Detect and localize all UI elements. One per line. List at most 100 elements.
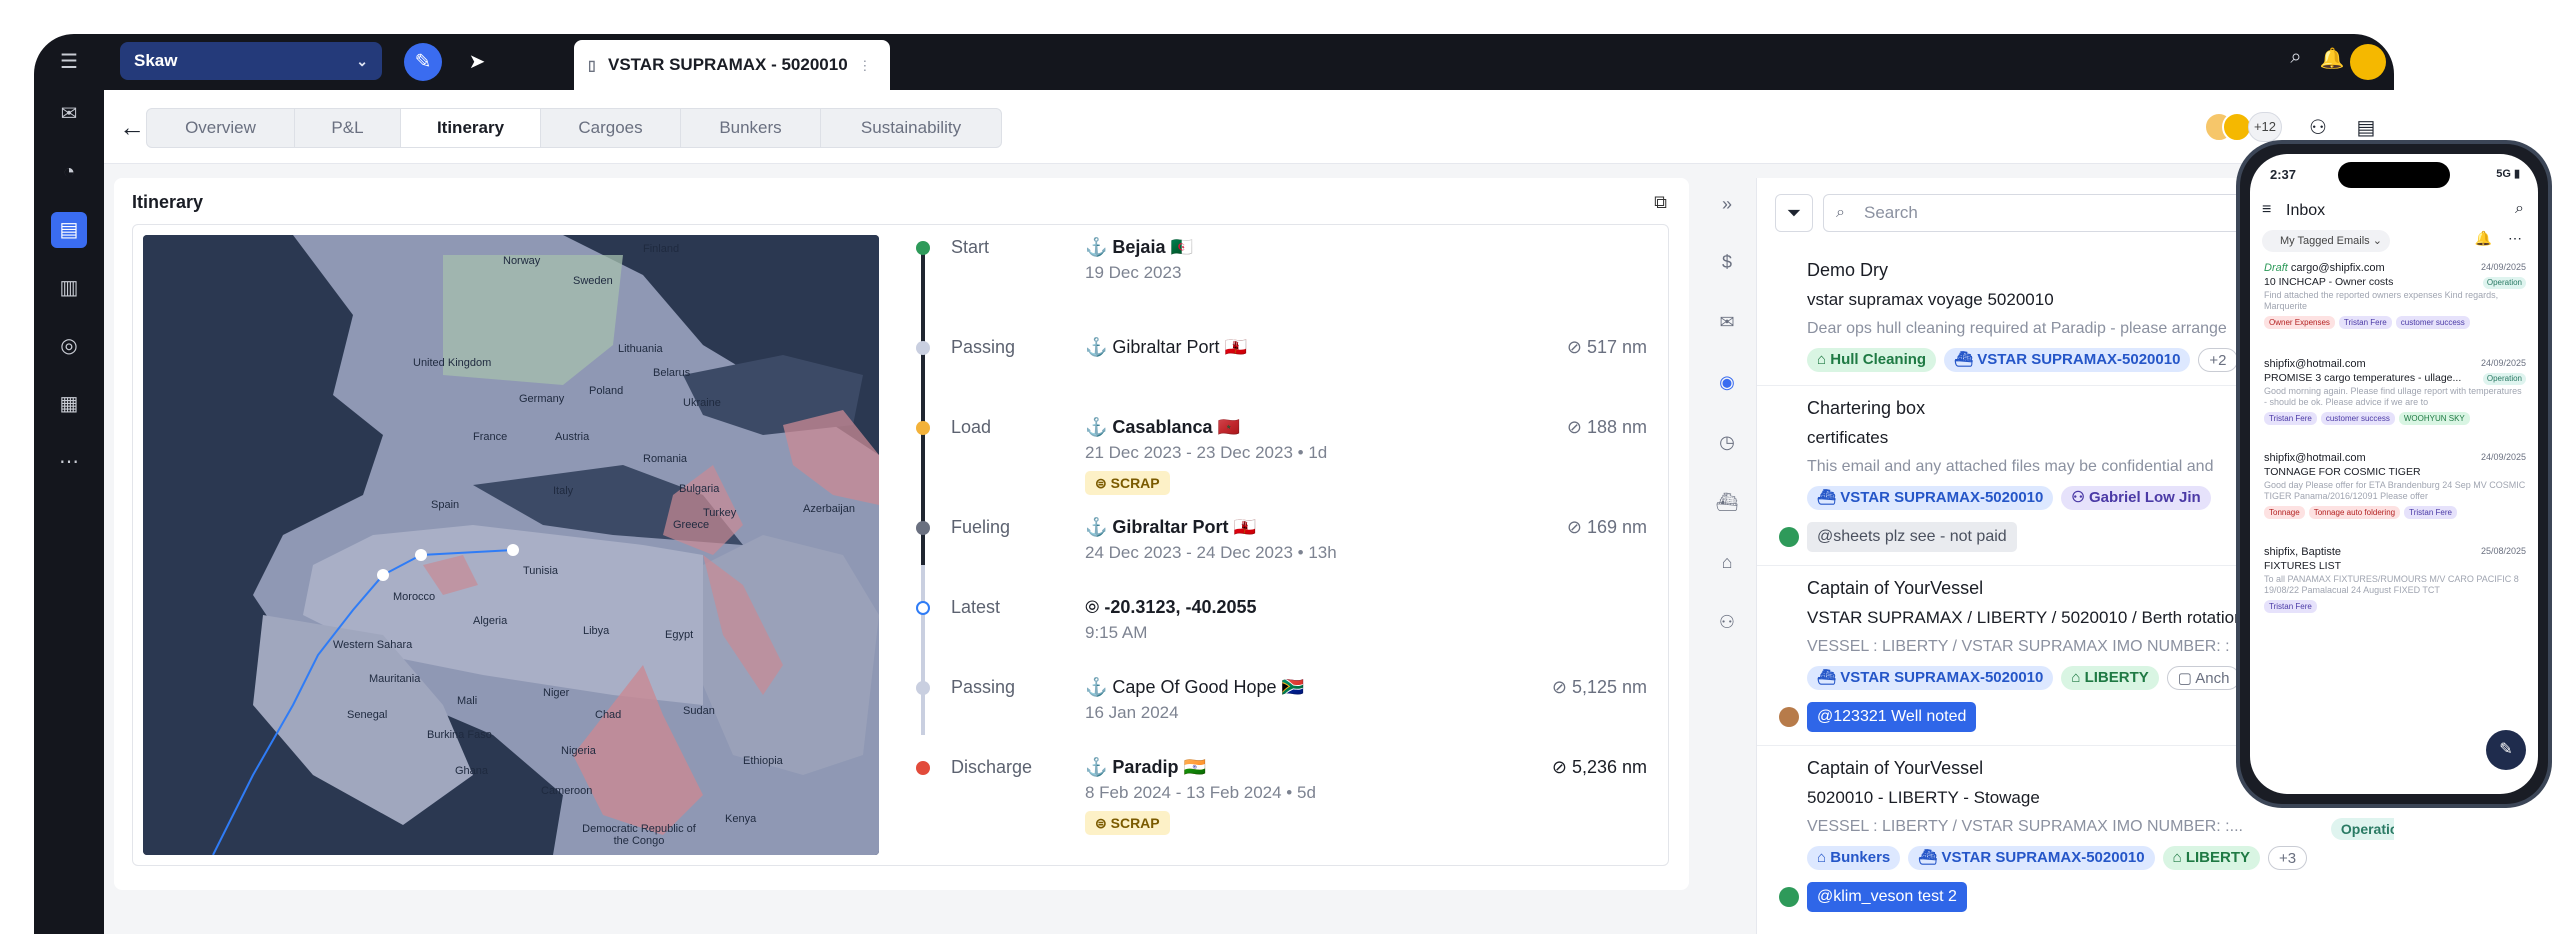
stop-place[interactable]: ⚓ Paradip 🇮🇳 (1085, 757, 1206, 778)
voyages-icon[interactable]: ▤ (51, 212, 87, 248)
phone-message[interactable]: shipfix@hotmail.com 24/09/2025 PROMISE 3… (2264, 358, 2526, 448)
stop-place[interactable]: ⦾ -20.3123, -40.2055 (1085, 597, 1257, 618)
itinerary-timeline: Start ⚓ Bejaia 🇩🇿 19 Dec 2023 Passing ⚓ … (909, 225, 1669, 865)
top-bar: Skaw ⌄ ✎ ➤ ▯ VSTAR SUPRAMAX - 5020010 ⋮ … (104, 34, 2394, 90)
bell-icon[interactable]: 🔔 (2316, 46, 2348, 71)
tag-chip[interactable]: Owner Expenses (2264, 316, 2335, 329)
tab-bunkers[interactable]: Bunkers (681, 109, 821, 147)
email-tags: ⌂ Bunkers ⛴ VSTAR SUPRAMAX-5020010 ⌂ LIB… (1807, 846, 2308, 870)
tag-chip[interactable]: Tristan Fere (2264, 412, 2317, 425)
timeline-line-future (921, 565, 925, 735)
tab-pnl[interactable]: P&L (295, 109, 401, 147)
tag-count[interactable]: +2 (2198, 348, 2238, 372)
tag-chip[interactable]: ⛴ VSTAR SUPRAMAX-5020010 (1944, 348, 2191, 372)
message-tags: Owner Expenses Tristan Fere customer suc… (2264, 316, 2470, 329)
tag-chip[interactable]: ⌂ Bunkers (1807, 846, 1901, 870)
user-avatar[interactable] (2350, 44, 2386, 80)
tag-chip[interactable]: ⛴ VSTAR SUPRAMAX-5020010 (1908, 846, 2155, 870)
stop-place[interactable]: ⚓ Gibraltar Port 🇬🇮 (1085, 517, 1256, 538)
mail-icon[interactable]: ✉ (51, 96, 87, 132)
tab-itinerary[interactable]: Itinerary (401, 109, 541, 147)
tag-chip[interactable]: ⛴ VSTAR SUPRAMAX-5020010 (1807, 486, 2054, 510)
route-map[interactable]: Finland Norway Sweden United Kingdom Lit… (143, 235, 879, 855)
map-label: Chad (595, 709, 622, 721)
dollar-icon[interactable]: $ (1707, 242, 1747, 282)
send-icon[interactable]: ➤ (458, 43, 496, 81)
participants-more[interactable]: +12 (2248, 112, 2282, 142)
compose-icon[interactable]: ✎ (404, 43, 442, 81)
tab-sustainability[interactable]: Sustainability (821, 109, 1001, 147)
tab-voyage[interactable]: ▯ VSTAR SUPRAMAX - 5020010 ⋮ (574, 40, 890, 90)
search-icon[interactable]: ⌕ (2280, 46, 2312, 69)
tag-chip[interactable]: Tonnage auto foldering (2308, 506, 2401, 519)
tag-chip[interactable]: ⛴ VSTAR SUPRAMAX-5020010 (1807, 666, 2054, 690)
chat-icon[interactable]: ◎ (51, 328, 87, 364)
inbox-filter[interactable]: My Tagged Emails ⌄ (2262, 230, 2390, 252)
stop-place[interactable]: ⚓ Bejaia 🇩🇿 (1085, 237, 1193, 258)
stop-place[interactable]: ⚓ Cape Of Good Hope 🇿🇦 (1085, 677, 1304, 698)
status-badge: Operation (2482, 373, 2526, 385)
phone-message[interactable]: shipfix@hotmail.com 24/09/2025 TONNAGE F… (2264, 452, 2526, 542)
tag-chip[interactable]: ⚇ Gabriel Low Jin (2061, 486, 2211, 510)
tag-chip[interactable]: WOOHYUN SKY (2398, 412, 2470, 425)
stop-place[interactable]: ⚓ Gibraltar Port 🇬🇮 (1085, 337, 1247, 358)
phone-message[interactable]: Draft cargo@shipfix.com 24/09/2025 10 IN… (2264, 262, 2526, 352)
tag-label: VSTAR SUPRAMAX-5020010 (1941, 849, 2145, 866)
copy-icon[interactable]: ⧉ (1654, 192, 1667, 213)
mail-icon[interactable]: ✉ (1707, 302, 1747, 342)
tag-chip[interactable]: Tonnage (2264, 506, 2305, 519)
compose-button[interactable]: ✎ (2486, 730, 2526, 770)
menu-icon[interactable]: ☰ (51, 44, 87, 80)
stop-distance: ⊘ 5,236 nm (1551, 757, 1647, 777)
calendar-icon[interactable]: ▦ (51, 386, 87, 422)
tag-chip[interactable]: customer success (2320, 412, 2395, 425)
tag-chip[interactable]: Tristan Fere (2404, 506, 2457, 519)
workspace-selector[interactable]: Skaw ⌄ (120, 42, 382, 80)
map-label: Azerbaijan (803, 503, 855, 515)
tag-icon[interactable]: ⌂ (1707, 542, 1747, 582)
more-icon[interactable]: ⋯ (2508, 230, 2522, 247)
phone-message[interactable]: shipfix, Baptiste 25/08/2025 FIXTURES LI… (2264, 546, 2526, 636)
email-comment[interactable]: @klim_veson test 2 (1807, 882, 1967, 912)
ship-icon[interactable]: ⛴ (1707, 482, 1747, 522)
tag-label: VSTAR SUPRAMAX-5020010 (1840, 489, 2044, 506)
menu-icon[interactable]: ≡ (2262, 201, 2271, 219)
status-badge: Operation (2330, 818, 2394, 840)
clock-icon[interactable]: ◷ (1707, 422, 1747, 462)
email-subject: VSTAR SUPRAMAX / LIBERTY / 5020010 / Ber… (1807, 608, 2244, 627)
tab-overview[interactable]: Overview (147, 109, 295, 147)
stop-place[interactable]: ⚓ Casablanca 🇲🇦 (1085, 417, 1240, 438)
tag-chip[interactable]: Tristan Fere (2264, 600, 2317, 613)
expand-icon[interactable]: » (1707, 184, 1747, 224)
filter-label: My Tagged Emails (2280, 235, 2370, 247)
start-dot (916, 241, 930, 255)
cargo-badge: ⊜ SCRAP (1085, 811, 1170, 835)
tag-chip[interactable]: ⌂ LIBERTY (2061, 666, 2159, 690)
tag-chip[interactable]: Tristan Fere (2338, 316, 2392, 329)
filter-icon[interactable]: ⏷ (1775, 194, 1813, 232)
chat-icon[interactable]: ◉ (1707, 362, 1747, 402)
email-comment[interactable]: @sheets plz see - not paid (1807, 522, 2017, 552)
analytics-icon[interactable]: ▥ (51, 270, 87, 306)
more-icon[interactable]: ⋯ (51, 444, 87, 480)
tag-chip[interactable]: ▢ Anch (2166, 666, 2241, 690)
people-icon[interactable]: ⚇ (1707, 602, 1747, 642)
message-from: shipfix@hotmail.com (2264, 358, 2366, 370)
message-preview: Find attached the reported owners expens… (2264, 290, 2499, 311)
stop-label: Passing (951, 677, 1016, 697)
tag-chip[interactable]: ⌂ Hull Cleaning (1807, 348, 1937, 372)
search-icon[interactable]: ⌕ (2515, 200, 2524, 218)
bell-icon[interactable]: 🔔 (2475, 230, 2492, 247)
email-comment[interactable]: @123321 Well noted (1807, 702, 1977, 732)
tag-chip[interactable]: ⌂ LIBERTY (2162, 846, 2261, 870)
tab-cargoes[interactable]: Cargoes (541, 109, 681, 147)
message-subject: 10 INCHCAP - Owner costs (2264, 276, 2394, 288)
commenter-avatar (1779, 707, 1799, 727)
stop-place-name: Cape Of Good Hope (1112, 677, 1277, 697)
phone-screen: 2:37 5G ▮ ≡ Inbox ⌕ My Tagged Emails ⌄ 🔔… (2250, 154, 2538, 794)
back-arrow-icon[interactable]: ← (114, 110, 150, 146)
tag-count[interactable]: +3 (2268, 846, 2308, 870)
tag-chip[interactable]: customer success (2395, 316, 2470, 329)
chart-pie-icon[interactable]: ◔ (51, 154, 87, 190)
tab-options-icon[interactable]: ⋮ (858, 58, 871, 73)
